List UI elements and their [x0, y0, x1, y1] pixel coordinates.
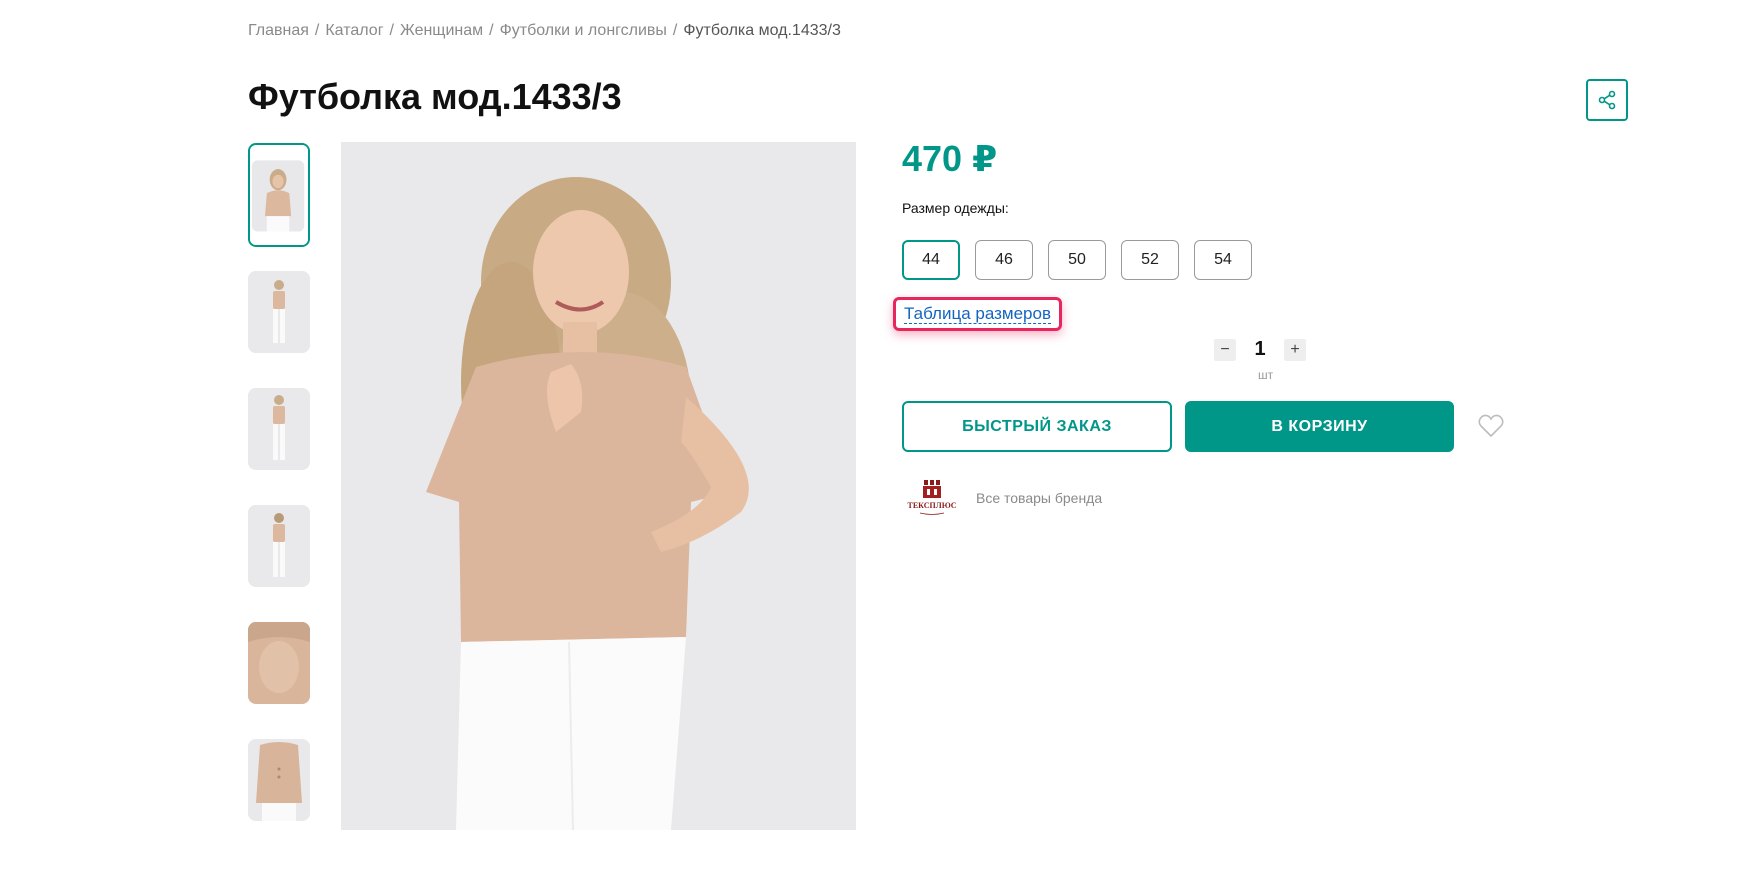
breadcrumb-separator: /	[314, 22, 320, 39]
page-title: Футболка мод.1433/3	[248, 76, 622, 117]
minus-icon: −	[1220, 340, 1230, 358]
brand-row: ТЕКСПЛЮС Все товары бренда	[902, 478, 1102, 518]
size-table-highlight: Таблица размеров	[893, 297, 1062, 331]
breadcrumb-separator: /	[389, 22, 394, 39]
quantity-unit: шт	[1258, 368, 1274, 382]
product-price: 470 ₽	[902, 138, 998, 179]
quantity-value[interactable]: 1	[1236, 338, 1284, 361]
product-thumbnail-image	[248, 388, 310, 470]
size-option-44[interactable]: 44	[902, 240, 960, 280]
brand-products-link[interactable]: Все товары бренда	[976, 490, 1102, 506]
breadcrumb-catalog[interactable]: Каталог	[325, 22, 383, 40]
breadcrumb-tshirts[interactable]: Футболки и лонгсливы	[500, 22, 667, 40]
add-to-cart-button[interactable]: В КОРЗИНУ	[1185, 401, 1454, 452]
breadcrumb-women[interactable]: Женщинам	[400, 22, 483, 40]
size-table-link[interactable]: Таблица размеров	[904, 304, 1051, 324]
product-photo	[341, 142, 856, 830]
size-option-50[interactable]: 50	[1048, 240, 1106, 280]
size-label: Размер одежды:	[902, 200, 1009, 216]
breadcrumb-current: Футболка мод.1433/3	[683, 22, 841, 39]
breadcrumb: Главная / Каталог / Женщинам / Футболки …	[248, 22, 841, 40]
breadcrumb-separator: /	[672, 22, 678, 39]
thumbnail-1[interactable]	[248, 143, 310, 247]
share-button[interactable]	[1586, 79, 1628, 121]
size-selector: 44 46 50 52 54	[902, 240, 1252, 280]
thumbnail-3[interactable]	[248, 388, 310, 470]
size-option-54[interactable]: 54	[1194, 240, 1252, 280]
brand-logo[interactable]: ТЕКСПЛЮС	[902, 478, 962, 518]
quantity-increase-button[interactable]: +	[1284, 338, 1306, 361]
thumbnail-5[interactable]	[248, 622, 310, 704]
quantity-decrease-button[interactable]: −	[1214, 338, 1236, 361]
brand-logo-text: ТЕКСПЛЮС	[907, 501, 956, 510]
heart-icon[interactable]	[1478, 414, 1504, 438]
product-thumbnail-image	[248, 271, 310, 353]
product-thumbnail-image	[248, 739, 310, 821]
thumbnail-2[interactable]	[248, 271, 310, 353]
size-option-52[interactable]: 52	[1121, 240, 1179, 280]
plus-icon: +	[1290, 340, 1300, 358]
product-thumbnail-image	[248, 622, 310, 704]
product-main-image[interactable]	[341, 142, 856, 830]
product-thumbnail-image	[248, 505, 310, 587]
thumbnail-4[interactable]	[248, 505, 310, 587]
quantity-stepper: − 1 +	[1214, 338, 1306, 361]
breadcrumb-home[interactable]: Главная	[248, 22, 309, 40]
share-icon	[1598, 90, 1616, 110]
breadcrumb-separator: /	[489, 22, 494, 39]
thumbnail-6[interactable]	[248, 739, 310, 821]
product-thumbnail-image	[250, 145, 308, 245]
quick-order-button[interactable]: БЫСТРЫЙ ЗАКАЗ	[902, 401, 1172, 452]
size-option-46[interactable]: 46	[975, 240, 1033, 280]
